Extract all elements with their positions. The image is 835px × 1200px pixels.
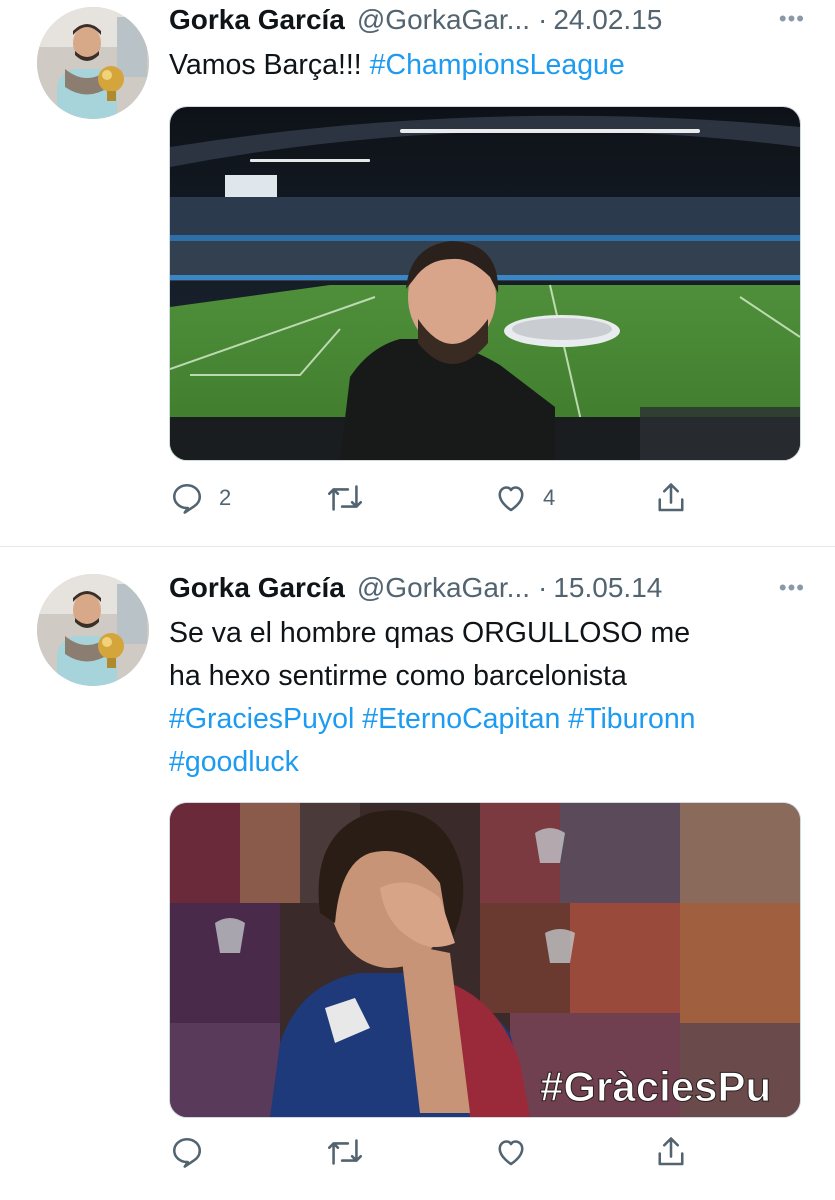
tweet[interactable]: Gorka García @GorkaGar... · 24.02.15 •••…: [0, 0, 835, 547]
tweet-media-photo[interactable]: #GràciesPu: [169, 802, 801, 1118]
like-button[interactable]: [493, 1132, 543, 1172]
tweet-date[interactable]: 15.05.14: [553, 572, 662, 604]
reply-button[interactable]: [169, 1132, 219, 1172]
tweet-text: Vamos Barça!!! #ChampionsLeague: [169, 44, 809, 87]
hashtag-link[interactable]: #ChampionsLeague: [370, 49, 625, 81]
separator: ·: [538, 4, 548, 35]
author-handle[interactable]: @GorkaGar...: [357, 4, 530, 36]
share-icon: [653, 1134, 689, 1170]
tweet-actions: [169, 1132, 709, 1172]
separator: ·: [538, 572, 548, 603]
share-button[interactable]: [653, 478, 689, 518]
retweet-icon: [325, 1134, 365, 1170]
tweet-header: Gorka García @GorkaGar... · 24.02.15: [169, 0, 662, 40]
author-name[interactable]: Gorka García: [169, 572, 345, 604]
more-icon[interactable]: •••: [779, 575, 805, 601]
share-button[interactable]: [653, 1132, 689, 1172]
tweet-text: Se va el hombre qmas ORGULLOSO me ha hex…: [169, 612, 809, 784]
tweet-header: Gorka García @GorkaGar... · 15.05.14: [169, 568, 662, 608]
more-icon[interactable]: •••: [779, 6, 805, 32]
reply-icon: [169, 480, 205, 516]
tweet-actions: 2 4: [169, 478, 709, 518]
hashtag-link[interactable]: #goodluck: [169, 746, 299, 778]
like-button[interactable]: 4: [493, 478, 555, 518]
avatar[interactable]: [37, 7, 149, 119]
share-icon: [653, 480, 689, 516]
retweet-icon: [325, 480, 365, 516]
hashtag-link[interactable]: #GraciesPuyol: [169, 703, 354, 735]
reply-button[interactable]: 2: [169, 478, 231, 518]
tweet[interactable]: Gorka García @GorkaGar... · 15.05.14 •••…: [0, 547, 835, 1200]
author-name[interactable]: Gorka García: [169, 4, 345, 36]
like-count: 4: [543, 485, 556, 510]
like-icon: [493, 480, 529, 516]
text-body: Vamos Barça!!!: [169, 49, 370, 81]
retweet-button[interactable]: [325, 1132, 379, 1172]
media-overlay-text: #GràciesPu: [540, 1063, 771, 1110]
retweet-button[interactable]: [325, 478, 379, 518]
reply-count: 2: [219, 485, 232, 510]
reply-icon: [169, 1134, 205, 1170]
hashtag-link[interactable]: #Tiburonn: [568, 703, 695, 735]
like-icon: [493, 1134, 529, 1170]
tweet-date[interactable]: 24.02.15: [553, 4, 662, 36]
author-handle[interactable]: @GorkaGar...: [357, 572, 530, 604]
hashtag-link[interactable]: #EternoCapitan: [362, 703, 560, 735]
avatar[interactable]: [37, 574, 149, 686]
text-line: ha hexo sentirme como barcelonista: [169, 660, 627, 692]
text-line: Se va el hombre qmas ORGULLOSO me: [169, 617, 691, 649]
tweet-media-photo[interactable]: [169, 106, 801, 461]
